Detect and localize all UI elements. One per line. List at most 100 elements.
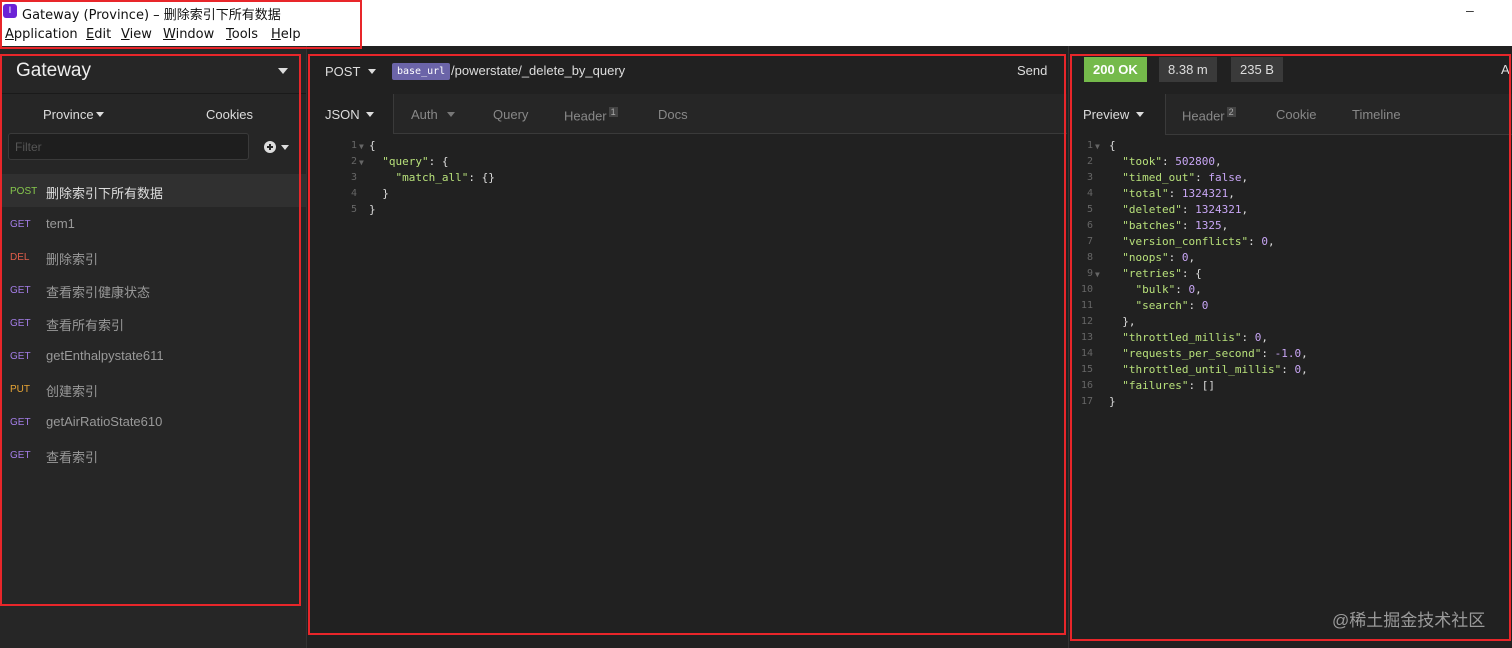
json-key: "throttled_until_millis" bbox=[1122, 363, 1282, 376]
code-line: "throttled_until_millis": 0, bbox=[1122, 363, 1308, 376]
response-header-count-badge: 2 bbox=[1226, 107, 1236, 117]
request-name: 创建索引 bbox=[46, 384, 99, 399]
json-value: 1324321 bbox=[1181, 187, 1229, 200]
tab-docs[interactable]: Docs bbox=[658, 107, 688, 122]
add-plus-icon[interactable] bbox=[264, 141, 276, 153]
send-button[interactable]: Send bbox=[1017, 63, 1047, 78]
workspace-dropdown-icon[interactable] bbox=[278, 68, 288, 74]
fold-arrow-icon[interactable]: ▼ bbox=[1095, 139, 1100, 155]
menu-bar: Application Edit View Window Tools Help bbox=[0, 24, 1512, 46]
request-item[interactable]: GET 查看索引 bbox=[0, 438, 306, 471]
tab-underline bbox=[393, 133, 1067, 134]
json-value: 1324321 bbox=[1195, 203, 1242, 216]
request-method-label: GET bbox=[10, 318, 31, 329]
request-item[interactable]: POST 删除索引下所有数据 bbox=[0, 174, 306, 207]
line-number: 2 bbox=[1086, 156, 1093, 167]
request-item[interactable]: GET getAirRatioState610 bbox=[0, 405, 306, 438]
environment-selector[interactable]: Province bbox=[43, 107, 94, 122]
code-line: "failures": [] bbox=[1122, 379, 1215, 392]
add-dropdown-icon[interactable] bbox=[281, 145, 289, 150]
header-count-badge: 1 bbox=[608, 107, 618, 117]
menu-help[interactable]: Help bbox=[271, 27, 301, 42]
tab-cookie[interactable]: Cookie bbox=[1276, 107, 1316, 122]
tab-header[interactable]: Header 1 bbox=[564, 107, 618, 123]
sidebar: Gateway Province Cookies POST 删除索引下所有数据 GE… bbox=[0, 46, 307, 648]
code-line: } bbox=[382, 187, 389, 200]
tab-preview[interactable]: Preview bbox=[1083, 107, 1129, 122]
code-line: "version_conflicts": 0, bbox=[1122, 235, 1275, 248]
request-item[interactable]: GET tem1 bbox=[0, 207, 306, 240]
code-line: "deleted": 1324321, bbox=[1122, 203, 1249, 216]
json-dropdown-icon[interactable] bbox=[366, 112, 374, 117]
request-item[interactable]: DEL 删除索引 bbox=[0, 240, 306, 273]
cookies-button[interactable]: Cookies bbox=[206, 107, 253, 122]
line-number: 8 bbox=[1086, 252, 1093, 263]
request-method-label: GET bbox=[10, 417, 31, 428]
menu-application[interactable]: Application bbox=[5, 27, 78, 42]
tab-auth[interactable]: Auth bbox=[411, 107, 438, 122]
json-key: "failures" bbox=[1122, 379, 1189, 392]
code-line: { bbox=[369, 139, 376, 152]
line-number: 1 bbox=[350, 140, 357, 151]
line-number: 3 bbox=[350, 172, 357, 183]
tab-json[interactable]: JSON bbox=[325, 107, 360, 122]
json-key: "version_conflicts" bbox=[1122, 235, 1249, 248]
line-number: 13 bbox=[1080, 332, 1093, 343]
preview-dropdown-icon[interactable] bbox=[1136, 112, 1144, 117]
request-name: tem1 bbox=[46, 216, 75, 231]
tab-timeline[interactable]: Timeline bbox=[1352, 107, 1401, 122]
request-item[interactable]: GET 查看所有索引 bbox=[0, 306, 306, 339]
app-icon: I bbox=[3, 4, 17, 18]
request-item[interactable]: GET 查看索引健康状态 bbox=[0, 273, 306, 306]
request-item[interactable]: PUT 创建索引 bbox=[0, 372, 306, 405]
line-number: 4 bbox=[1086, 188, 1093, 199]
json-key: "throttled_millis" bbox=[1122, 331, 1242, 344]
minimize-button[interactable]: – bbox=[1466, 2, 1474, 18]
code-line: "requests_per_second": -1.0, bbox=[1122, 347, 1308, 360]
line-number: 4 bbox=[350, 188, 357, 199]
json-key: "noops" bbox=[1122, 251, 1169, 264]
menu-view[interactable]: View bbox=[121, 27, 152, 42]
method-selector[interactable]: POST bbox=[325, 64, 360, 79]
json-key: "retries" bbox=[1122, 267, 1182, 280]
request-method-label: GET bbox=[10, 450, 31, 461]
line-number: 17 bbox=[1080, 396, 1093, 407]
fold-arrow-icon[interactable]: ▼ bbox=[1095, 267, 1100, 283]
line-number: 3 bbox=[1086, 172, 1093, 183]
json-key: "timed_out" bbox=[1122, 171, 1196, 184]
url-path[interactable]: /powerstate/_delete_by_query bbox=[451, 63, 625, 78]
code-line: "timed_out": false, bbox=[1122, 171, 1249, 184]
request-method-label: DEL bbox=[10, 252, 30, 263]
menu-edit[interactable]: Edit bbox=[86, 27, 111, 42]
status-badge: 200 OK bbox=[1084, 57, 1147, 82]
code-line: "noops": 0, bbox=[1122, 251, 1196, 264]
filter-input[interactable] bbox=[8, 133, 249, 160]
json-key: "took" bbox=[1122, 155, 1162, 168]
method-dropdown-icon[interactable] bbox=[368, 69, 376, 74]
code-line: "match_all": {} bbox=[395, 171, 495, 184]
auth-dropdown-icon[interactable] bbox=[447, 112, 455, 117]
request-item[interactable]: GET getEnthalpystate611 bbox=[0, 339, 306, 372]
code-line: } bbox=[1109, 395, 1116, 408]
tab-query[interactable]: Query bbox=[493, 107, 528, 122]
code-line: } bbox=[369, 203, 376, 216]
request-name: 删除索引下所有数据 bbox=[46, 186, 164, 201]
request-pane: POST base_url /powerstate/_delete_by_que… bbox=[307, 46, 1067, 648]
json-key: "requests_per_second" bbox=[1122, 347, 1262, 360]
request-name: 删除索引 bbox=[46, 252, 99, 267]
base-url-tag[interactable]: base_url bbox=[392, 63, 451, 80]
fold-arrow-icon[interactable]: ▼ bbox=[359, 139, 364, 155]
request-method-label: PUT bbox=[10, 384, 30, 395]
tab-response-header[interactable]: Header 2 bbox=[1182, 107, 1236, 123]
line-number: 11 bbox=[1080, 300, 1093, 311]
json-key: "batches" bbox=[1122, 219, 1182, 232]
menu-tools[interactable]: Tools bbox=[226, 27, 258, 42]
request-method-label: GET bbox=[10, 285, 31, 296]
code-line: "bulk": 0, bbox=[1135, 283, 1202, 296]
code-line: { bbox=[1109, 139, 1116, 152]
fold-arrow-icon[interactable]: ▼ bbox=[359, 155, 364, 171]
environment-dropdown-icon[interactable] bbox=[96, 112, 104, 117]
workspace-title[interactable]: Gateway bbox=[16, 60, 91, 82]
code-line: }, bbox=[1122, 315, 1136, 328]
menu-window[interactable]: Window bbox=[163, 27, 214, 42]
